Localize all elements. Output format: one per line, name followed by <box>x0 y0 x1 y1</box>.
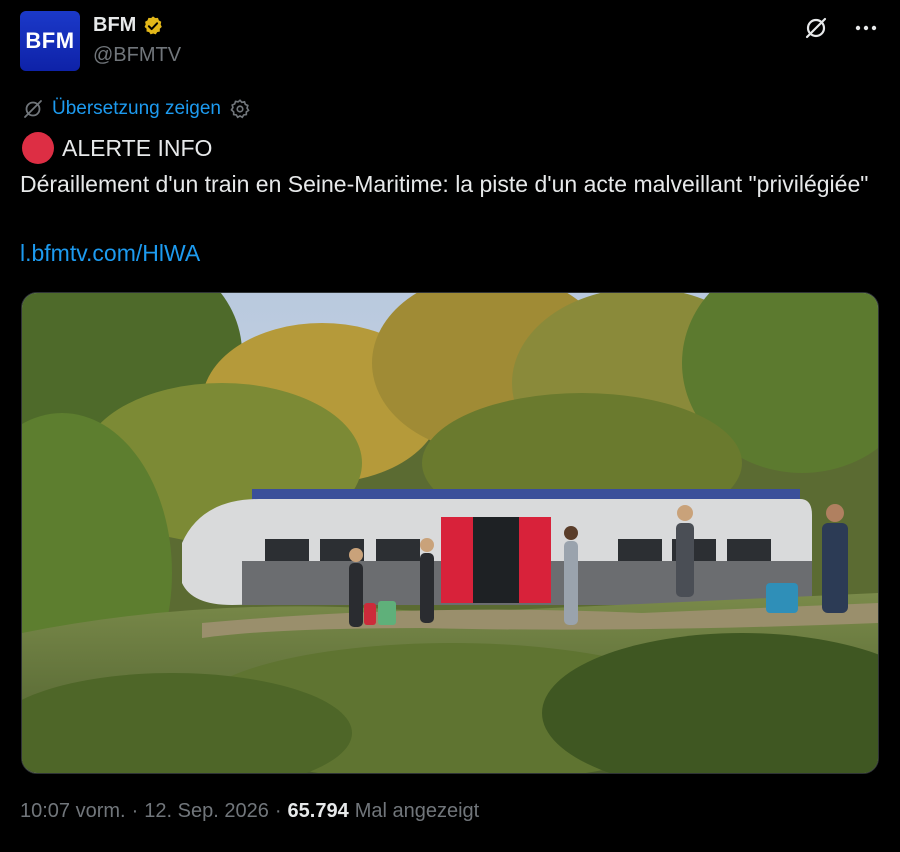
alert-row: ALERTE INFO <box>22 132 212 164</box>
alert-label: ALERTE INFO <box>62 134 213 161</box>
meta-separator: · <box>131 800 139 822</box>
top-actions <box>802 14 880 42</box>
post-link[interactable]: l.bfmtv.com/HlWA <box>20 240 200 267</box>
settings-icon[interactable] <box>229 98 251 120</box>
display-name[interactable]: BFM <box>93 14 136 37</box>
meta-separator: · <box>274 800 282 822</box>
post-headline: Déraillement d'un train en Seine-Maritim… <box>20 171 869 197</box>
handle[interactable]: @BFMTV <box>93 44 181 67</box>
red-circle-icon <box>22 132 54 164</box>
green-suitcase <box>378 601 396 625</box>
view-count: 65.794 <box>287 800 349 822</box>
red-suitcase <box>364 603 376 625</box>
blue-suitcase <box>766 583 798 613</box>
post-date[interactable]: 12. Sep. 2026 <box>144 800 269 823</box>
grok-icon[interactable] <box>802 14 830 42</box>
verified-badge-icon <box>144 15 163 34</box>
post-meta: 10:07 vorm. · 12. Sep. 2026 · 65.794 Mal… <box>20 800 479 823</box>
translate-row: Übersetzung zeigen <box>22 98 251 120</box>
translate-icon <box>24 100 42 118</box>
post-photo[interactable] <box>21 292 879 774</box>
avatar-text: BFM <box>25 28 75 53</box>
post-time[interactable]: 10:07 vorm. <box>20 800 126 823</box>
avatar[interactable]: BFM <box>20 11 80 71</box>
more-icon[interactable] <box>852 14 880 42</box>
account-name-row: BFM <box>93 14 164 37</box>
translate-link[interactable]: Übersetzung zeigen <box>52 98 221 120</box>
views-label: Mal angezeigt <box>354 800 480 822</box>
train <box>182 489 812 605</box>
